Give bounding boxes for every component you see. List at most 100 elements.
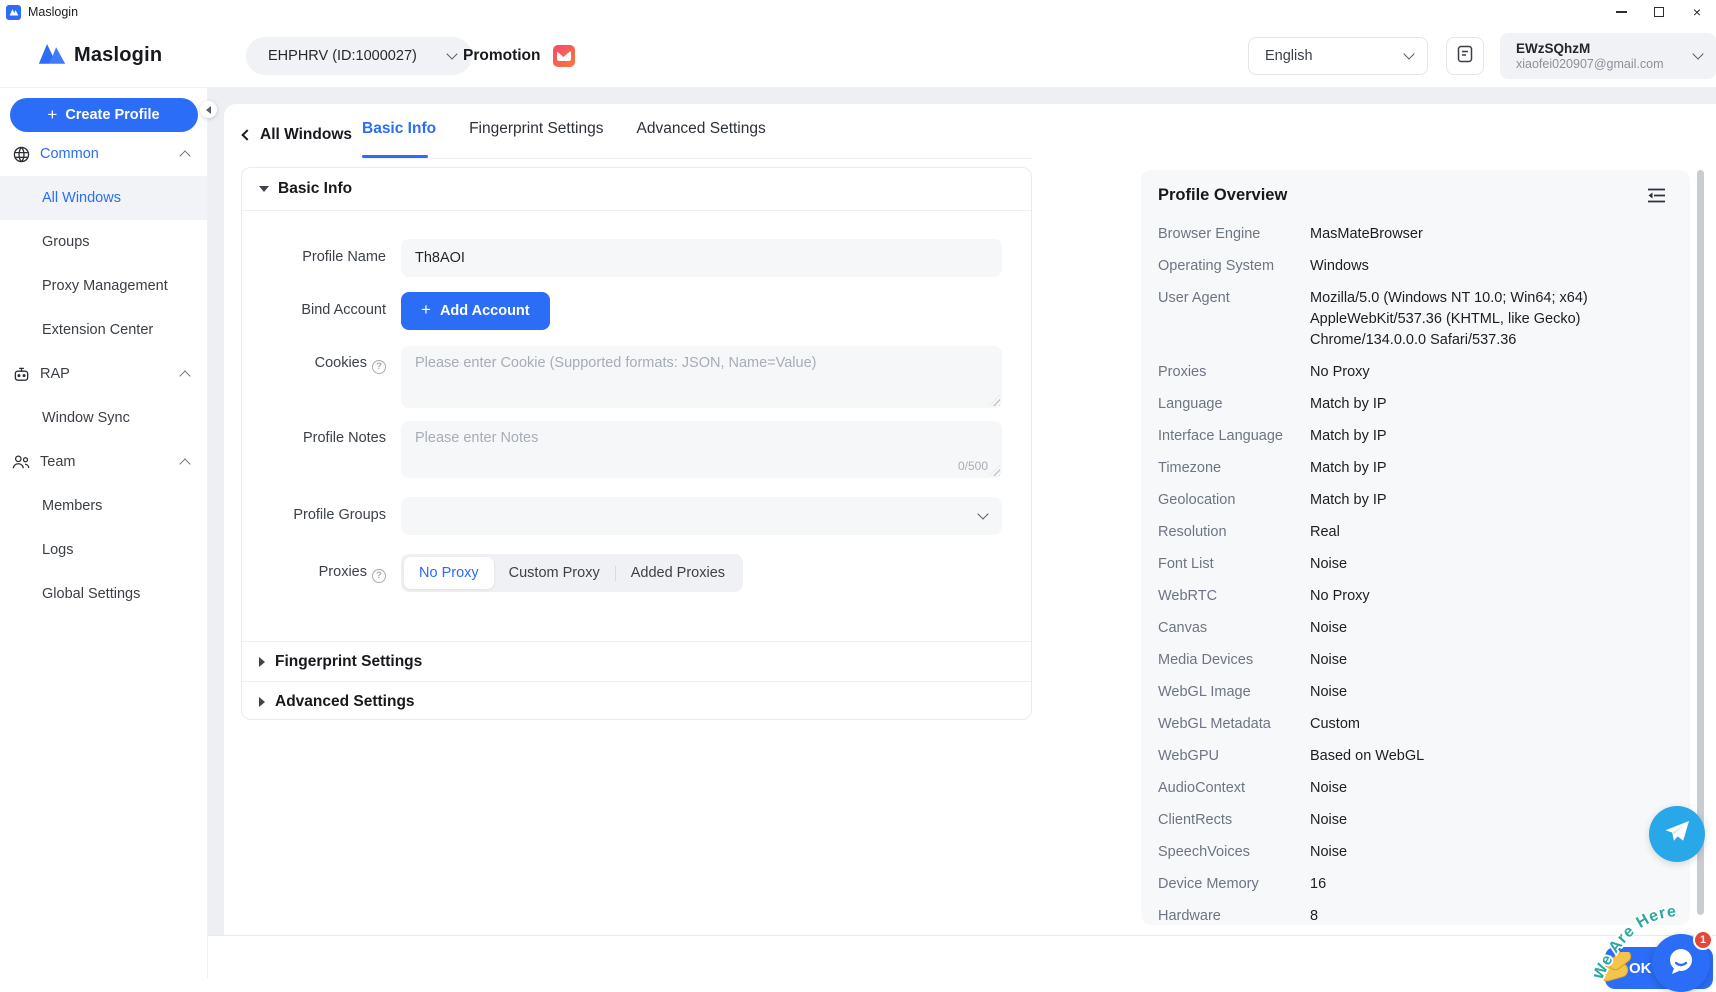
sidebar-section-rap[interactable]: RAP <box>0 352 207 396</box>
chevron-down-icon <box>977 508 988 519</box>
overview-row: Media DevicesNoise <box>1158 650 1673 671</box>
overview-row: CanvasNoise <box>1158 618 1673 639</box>
proxy-mode-tabs: No Proxy Custom Proxy Added Proxies <box>401 554 743 592</box>
sidebar-section-team[interactable]: Team <box>0 440 207 484</box>
profile-groups-select[interactable] <box>401 497 1002 535</box>
promotion-link[interactable]: Promotion <box>463 45 575 67</box>
overview-row: WebRTCNo Proxy <box>1158 586 1673 607</box>
proxies-row: Proxies? No Proxy Custom Proxy Added Pro… <box>242 554 1031 592</box>
tab-advanced-settings[interactable]: Advanced Settings <box>636 120 765 152</box>
proxy-tab-no-proxy[interactable]: No Proxy <box>404 557 494 589</box>
sidebar-item-window-sync[interactable]: Window Sync <box>0 396 207 440</box>
caret-down-icon <box>259 186 269 192</box>
notes-textarea[interactable] <box>401 421 1002 478</box>
back-link[interactable]: All Windows <box>243 126 352 144</box>
add-account-button[interactable]: + Add Account <box>401 292 550 330</box>
document-icon <box>1457 45 1473 68</box>
overview-row: Font ListNoise <box>1158 554 1673 575</box>
add-account-label: Add Account <box>440 303 530 319</box>
sidebar-item-logs[interactable]: Logs <box>0 528 207 572</box>
minimize-button[interactable] <box>1602 0 1640 24</box>
create-profile-button[interactable]: + Create Profile <box>10 98 198 132</box>
chevron-down-icon <box>446 48 457 59</box>
help-icon[interactable]: ? <box>372 360 386 374</box>
cookies-textarea[interactable] <box>401 346 1002 408</box>
advanced-settings-label: Advanced Settings <box>275 693 415 711</box>
workspace-label: EHPHRV (ID:1000027) <box>268 48 448 64</box>
telegram-button[interactable] <box>1649 806 1705 862</box>
overview-row: WebGL MetadataCustom <box>1158 714 1673 735</box>
unread-badge: 1 <box>1693 930 1713 950</box>
sidebar-section-common[interactable]: Common <box>0 132 207 176</box>
sidebar-item-members[interactable]: Members <box>0 484 207 528</box>
tabs-divider <box>362 158 1032 159</box>
panel-title: Profile Overview <box>1158 184 1673 206</box>
overview-row: Hardware8 <box>1158 906 1673 925</box>
app-header: Maslogin EHPHRV (ID:1000027) Promotion E… <box>0 24 1716 88</box>
fingerprint-settings-section[interactable]: Fingerprint Settings <box>242 641 1031 681</box>
tab-fingerprint-settings[interactable]: Fingerprint Settings <box>469 120 603 152</box>
workspace-selector[interactable]: EHPHRV (ID:1000027) <box>246 37 472 75</box>
app-logo-icon <box>6 5 21 20</box>
overview-row: User AgentMozilla/5.0 (Windows NT 10.0; … <box>1158 288 1673 351</box>
sidebar-section-label: Common <box>40 146 181 162</box>
sidebar-item-groups[interactable]: Groups <box>0 220 207 264</box>
brand-logo-icon <box>38 41 66 70</box>
proxies-label: Proxies? <box>242 554 386 592</box>
user-menu[interactable]: EWzSQhzM xiaofei020907@gmail.com <box>1500 33 1716 79</box>
sidebar-item-all-windows[interactable]: All Windows <box>0 176 207 220</box>
overview-row: ResolutionReal <box>1158 522 1673 543</box>
overview-row: WebGL ImageNoise <box>1158 682 1673 703</box>
create-profile-label: Create Profile <box>65 107 159 123</box>
sidebar-section-label: Team <box>40 454 181 470</box>
basic-info-section-header[interactable]: Basic Info <box>242 168 1031 211</box>
char-counter: 0/500 <box>958 459 988 473</box>
clapping-hands-icon <box>1596 952 1638 987</box>
footer-bar <box>208 935 1716 978</box>
active-tab-underline <box>362 155 428 158</box>
profile-name-field[interactable] <box>401 239 1002 277</box>
document-button[interactable] <box>1446 37 1484 75</box>
section-title: Basic Info <box>278 180 352 198</box>
overview-row: Operating SystemWindows <box>1158 256 1673 277</box>
maximize-button[interactable] <box>1640 0 1678 24</box>
tab-basic-info[interactable]: Basic Info <box>362 120 436 152</box>
overview-row: WebGPUBased on WebGL <box>1158 746 1673 767</box>
overview-row: Interface LanguageMatch by IP <box>1158 426 1673 447</box>
vertical-scrollbar[interactable] <box>1697 170 1704 915</box>
plus-icon: + <box>47 105 57 125</box>
chevron-left-icon <box>241 129 252 140</box>
language-selector[interactable]: English <box>1248 37 1428 75</box>
overview-row: SpeechVoicesNoise <box>1158 842 1673 863</box>
user-email: xiaofei020907@gmail.com <box>1516 57 1694 72</box>
basic-info-card: Basic Info Profile Name Bind Account + A… <box>241 167 1032 720</box>
help-icon[interactable]: ? <box>372 569 386 583</box>
overview-row: LanguageMatch by IP <box>1158 394 1673 415</box>
cookies-label: Cookies? <box>242 346 386 408</box>
sidebar-item-extension-center[interactable]: Extension Center <box>0 308 207 352</box>
close-button[interactable]: × <box>1678 0 1716 24</box>
promotion-label: Promotion <box>463 47 541 65</box>
cookies-row: Cookies? <box>242 346 1031 408</box>
profile-overview-panel: Profile Overview Browser EngineMasMateBr… <box>1141 170 1690 925</box>
proxy-tab-custom-proxy[interactable]: Custom Proxy <box>494 557 615 589</box>
profile-notes-label: Profile Notes <box>242 421 386 478</box>
caret-right-icon <box>259 657 265 667</box>
collapse-panel-icon[interactable] <box>1647 188 1666 208</box>
advanced-settings-section[interactable]: Advanced Settings <box>242 681 1031 721</box>
sidebar-item-proxy-management[interactable]: Proxy Management <box>0 264 207 308</box>
profile-notes-row: Profile Notes 0/500 <box>242 421 1031 478</box>
proxy-tab-added-proxies[interactable]: Added Proxies <box>616 557 740 589</box>
brand-name: Maslogin <box>74 44 162 67</box>
language-label: English <box>1265 48 1405 64</box>
brand: Maslogin <box>38 41 162 70</box>
telegram-icon <box>1663 819 1691 850</box>
sidebar-item-global-settings[interactable]: Global Settings <box>0 572 207 616</box>
profile-groups-row: Profile Groups <box>242 497 1031 535</box>
tab-bar: Basic Info Fingerprint Settings Advanced… <box>362 120 799 152</box>
chevron-left-icon <box>206 106 211 114</box>
gift-icon <box>553 45 575 67</box>
sidebar-collapse-button[interactable] <box>200 101 217 118</box>
chevron-down-icon <box>1403 48 1414 59</box>
overview-row: AudioContextNoise <box>1158 778 1673 799</box>
